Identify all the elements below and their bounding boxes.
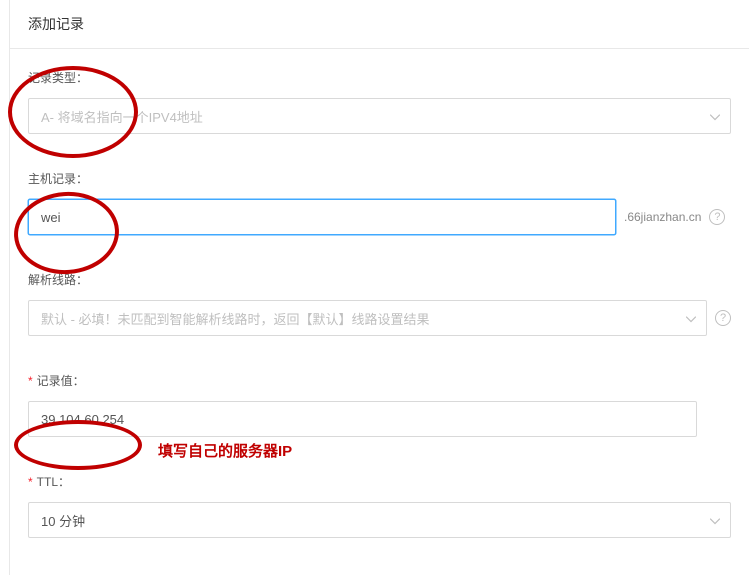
record-type-select[interactable]: A- 将域名指向一个IPV4地址 (28, 98, 731, 134)
resolve-line-label: 解析线路： (28, 271, 731, 288)
ttl-label: TTL： (28, 473, 731, 490)
host-suffix: .66jianzhan.cn (624, 210, 701, 224)
resolve-line-value: 默认 - 必填！未匹配到智能解析线路时，返回【默认】线路设置结果 (41, 309, 430, 328)
resolve-line-select[interactable]: 默认 - 必填！未匹配到智能解析线路时，返回【默认】线路设置结果 (28, 300, 707, 336)
field-record-type: 记录类型： A- 将域名指向一个IPV4地址 (28, 69, 731, 134)
record-type-value: A- 将域名指向一个IPV4地址 (41, 107, 203, 126)
chevron-down-icon (686, 311, 696, 326)
host-record-label: 主机记录： (28, 170, 731, 187)
field-record-value: 记录值： (28, 372, 731, 437)
field-host-record: 主机记录： .66jianzhan.cn ? (28, 170, 731, 235)
record-value-input[interactable] (28, 401, 697, 437)
help-icon[interactable]: ? (715, 310, 731, 326)
dialog-title: 添加记录 (28, 16, 84, 32)
host-record-input[interactable] (28, 199, 616, 235)
field-ttl: TTL： 10 分钟 (28, 473, 731, 538)
add-record-dialog: 添加记录 记录类型： A- 将域名指向一个IPV4地址 主机记录： .66jia… (10, 0, 749, 538)
chevron-down-icon (710, 513, 720, 528)
field-resolve-line: 解析线路： 默认 - 必填！未匹配到智能解析线路时，返回【默认】线路设置结果 ? (28, 271, 731, 336)
form-body: 记录类型： A- 将域名指向一个IPV4地址 主机记录： .66jianzhan… (10, 49, 749, 538)
ttl-select[interactable]: 10 分钟 (28, 502, 731, 538)
record-value-label: 记录值： (28, 372, 731, 389)
dialog-header: 添加记录 (10, 0, 749, 49)
left-panel-edge (0, 0, 10, 575)
ttl-value: 10 分钟 (41, 511, 85, 530)
help-icon[interactable]: ? (709, 209, 725, 225)
record-type-label: 记录类型： (28, 69, 731, 86)
chevron-down-icon (710, 109, 720, 124)
